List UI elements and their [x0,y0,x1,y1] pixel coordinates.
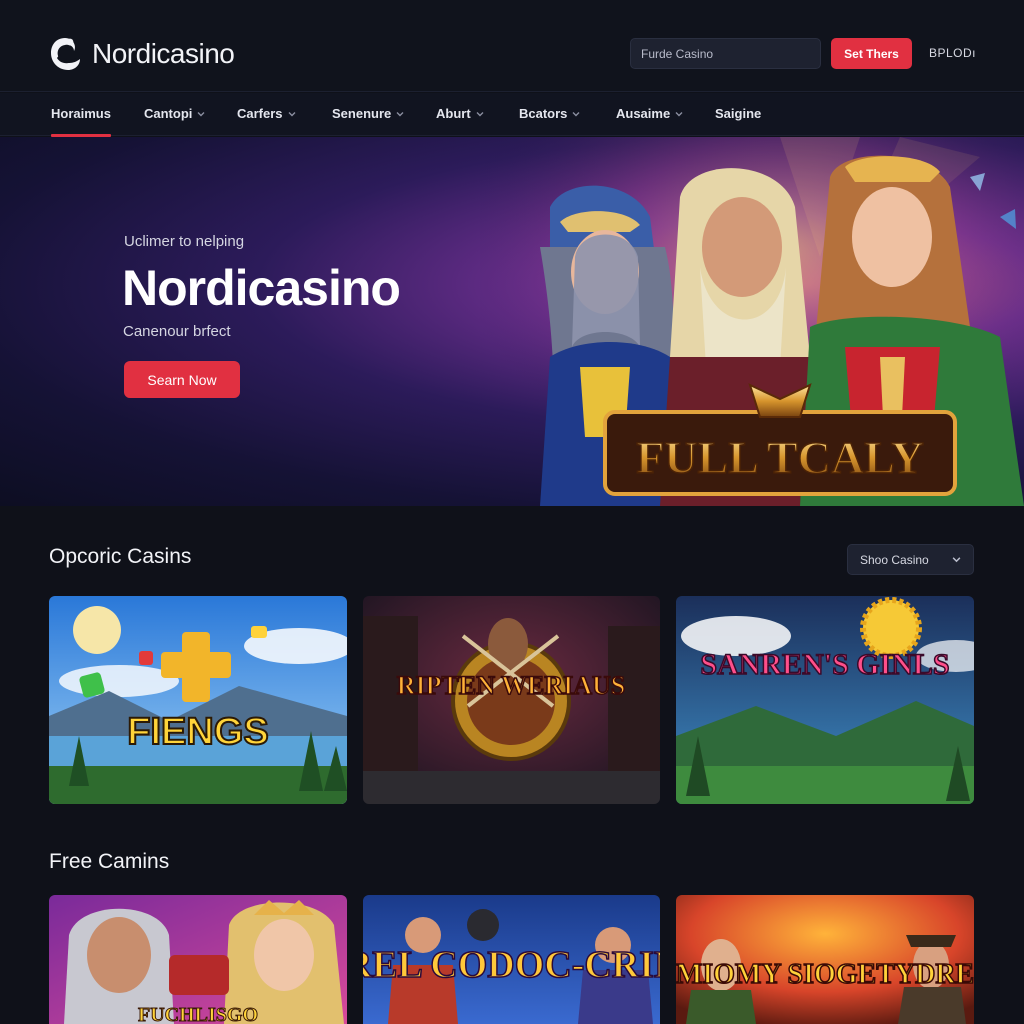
game-title: MIOMY SIOGETYDRE [676,959,974,990]
nav-item-label: Saigine [715,106,762,121]
hero-tagline: Canenour brfect [123,323,231,340]
nav-item-ausaime[interactable]: Ausaime [616,106,683,121]
chevron-down-icon [952,557,961,563]
game-card[interactable]: CAREL CODOC-CRINTE [363,895,660,1024]
main-nav: Horaimus Cantopi Carfers Senenure Aburt … [0,93,1024,137]
chevron-down-icon [288,111,296,116]
brand-name: Nordicasino [92,38,235,69]
game-title: FIENGS [127,711,268,753]
game-thumbnail: MIOMY SIOGETYDRE [676,895,974,1024]
game-title: FUCHLISGO [138,1004,258,1024]
game-card[interactable]: FUCHLISGO [49,895,347,1024]
game-card[interactable]: RIPTEN WERIAUS [363,596,660,804]
nav-item-label: Carfers [237,106,283,121]
game-title: SANREN'S GINLS [700,648,949,681]
game-thumbnail: FIENGS [49,596,347,804]
nav-item-saigine[interactable]: Saigine [715,106,761,121]
nav-item-label: Cantopi [144,106,193,121]
nav-item-label: Horaimus [51,106,111,121]
chevron-down-icon [675,111,683,116]
top-header: Nordicasino Set Thers BPLODı [0,0,1024,92]
dropdown-selected-value: Shoo Casino [860,552,929,567]
hero-game-logo: FULL TCALY [636,432,924,483]
game-thumbnail: RIPTEN WERIAUS [363,596,660,804]
nav-item-bcators[interactable]: Bcators [519,106,580,121]
hero-characters-image: FULL TCALY [480,137,1024,506]
search-input[interactable] [630,38,821,69]
nav-item-carfers[interactable]: Carfers [237,106,296,121]
game-thumbnail: SANREN'S GINLS [676,596,974,804]
nav-item-label: Ausaime [616,106,671,121]
nav-item-label: Bcators [519,106,568,121]
signup-button[interactable]: Set Thers [831,38,912,69]
hero-kicker: Uclimer to nelping [124,233,245,250]
game-card[interactable]: MIOMY SIOGETYDRE [676,895,974,1024]
brand-logo[interactable]: Nordicasino [48,34,235,74]
nav-item-senenure[interactable]: Senenure [332,106,404,121]
game-title: RIPTEN WERIAUS [397,671,626,700]
section-title-popular: Opcoric Casins [49,545,192,568]
chevron-down-icon [476,111,484,116]
game-card[interactable]: FIENGS [49,596,347,804]
nav-item-label: Senenure [332,106,392,121]
hero-banner: Uclimer to nelping Nordicasino Canenour … [0,137,1024,506]
game-card[interactable]: SANREN'S GINLS [676,596,974,804]
swirl-logo-icon [51,38,80,70]
game-title: CAREL CODOC-CRINTE [363,944,660,986]
chevron-down-icon [572,111,580,116]
chevron-down-icon [197,111,205,116]
login-link[interactable]: BPLODı [929,46,976,60]
nav-item-home[interactable]: Horaimus [51,106,111,137]
nav-item-aburt[interactable]: Aburt [436,106,484,121]
game-thumbnail: CAREL CODOC-CRINTE [363,895,660,1024]
game-thumbnail: FUCHLISGO [49,895,347,1024]
chevron-down-icon [396,111,404,116]
section-title-free: Free Camins [49,850,170,873]
hero-title: Nordicasino [122,260,401,316]
hero-cta-button[interactable]: Searn Now [124,361,240,398]
casino-filter-dropdown[interactable]: Shoo Casino [847,544,974,575]
nav-item-label: Aburt [436,106,471,121]
nav-item-cantopi[interactable]: Cantopi [144,106,205,121]
